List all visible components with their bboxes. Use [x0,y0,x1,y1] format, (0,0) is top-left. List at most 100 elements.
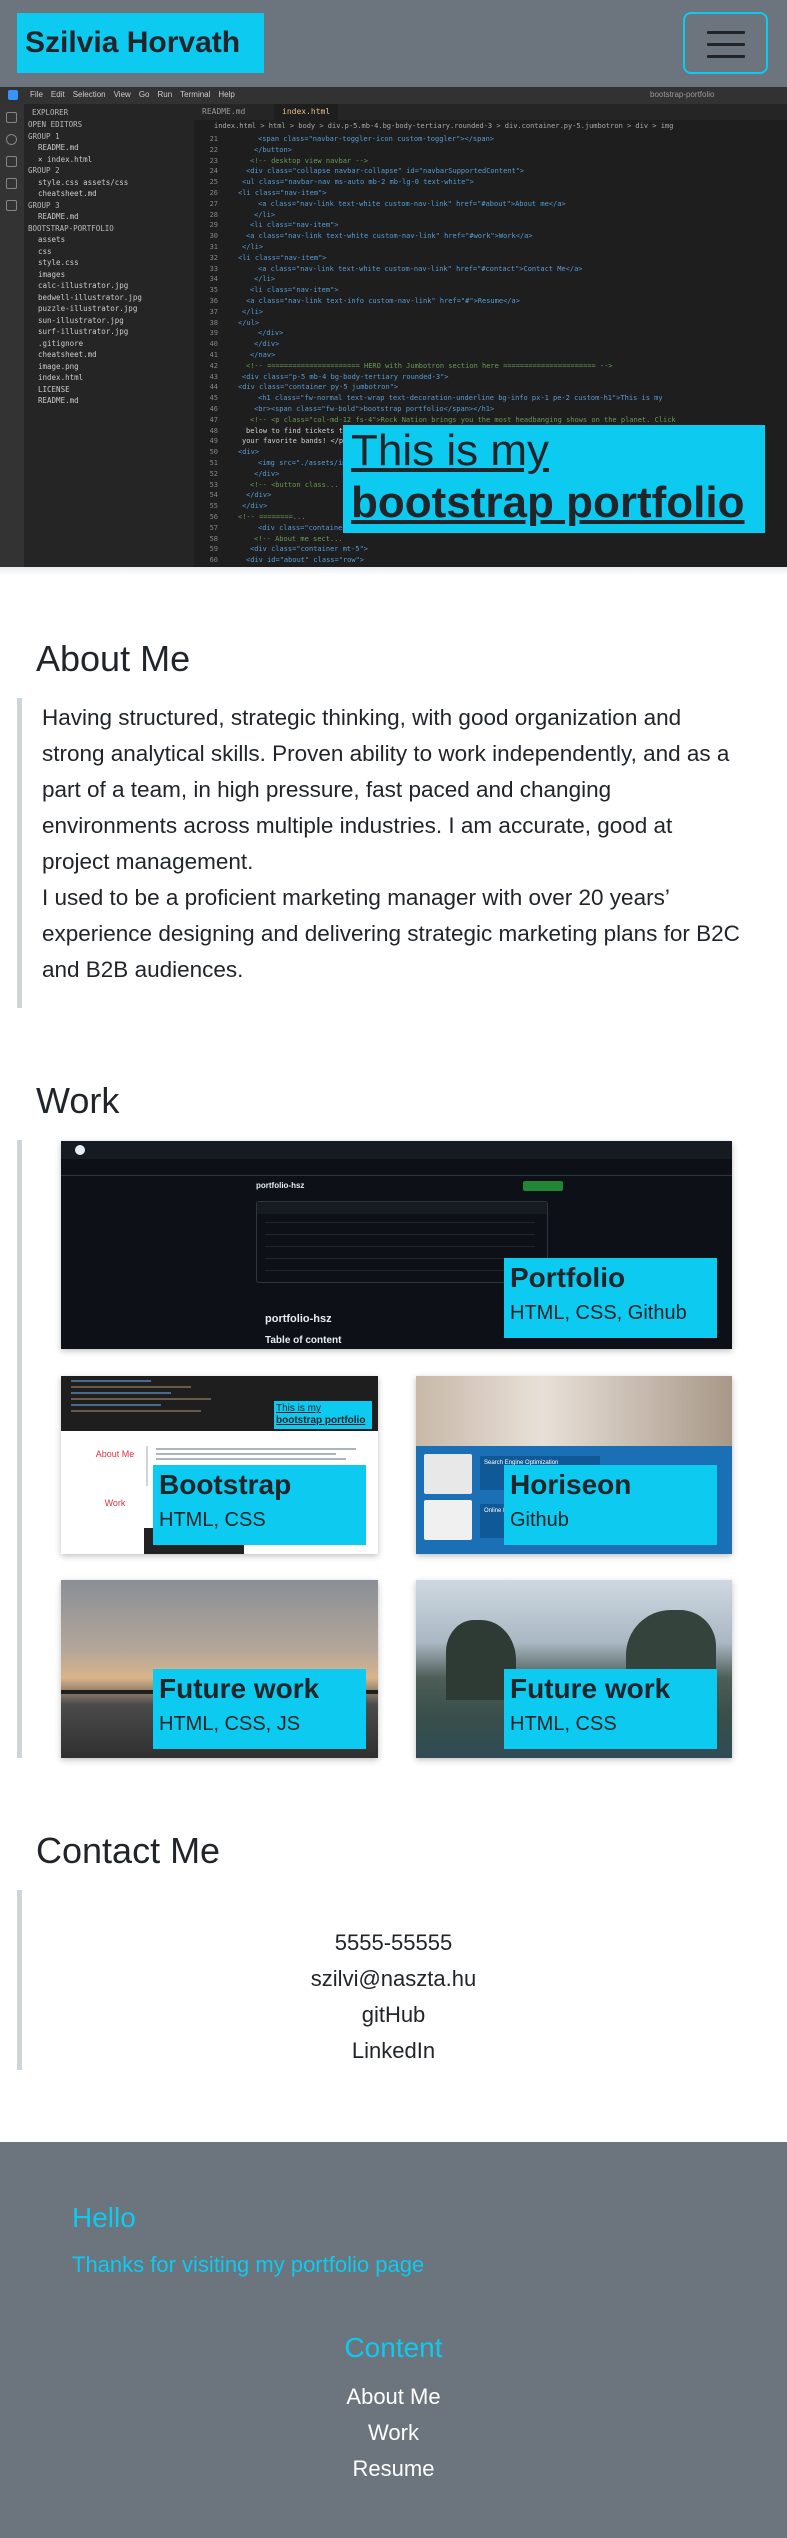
footer-link-work[interactable]: Work [0,2420,787,2446]
editor-search: bootstrap-portfolio [650,90,715,99]
sidebar-file-item: GROUP 1 [28,131,60,141]
github-logo-icon [75,1145,85,1155]
code-text: </div> [242,502,268,511]
work-card-title: Portfolio [510,1262,626,1293]
code-line: 36 <a class="nav-link text-info custom-na… [194,296,754,307]
line-number: 57 [209,523,218,532]
line-number: 28 [209,210,218,219]
line-number: 21 [209,135,218,143]
work-card-bootstrap[interactable]: This is my bootstrap portfolio About Me … [61,1376,378,1554]
work-card-tech: HTML, CSS, Github [510,1302,687,1324]
code-text: </li> [242,243,264,251]
code-line: 40 </div> [194,339,754,350]
work-card-future-2[interactable]: Future work HTML, CSS [416,1580,732,1758]
footer-link-about[interactable]: About Me [0,2384,787,2410]
code-text: <h1 class="fw-normal text-wrap text-deco… [258,394,663,403]
contact-phone[interactable]: 5555-55555 [0,1930,787,1956]
navbar-toggler-button[interactable] [683,12,768,74]
sidebar-file-item: cheatsheet.md [38,189,97,198]
brand-name[interactable]: Szilvia Horvath [17,13,264,73]
line-number: 48 [209,426,218,435]
sidebar-file-item: assets [38,235,66,244]
code-line: 35 <li class="nav-item"> [194,285,754,296]
sidebar-file-item: README.md [38,396,79,405]
work-card-tech: Github [510,1509,569,1531]
work-card-label: Bootstrap HTML, CSS [153,1465,366,1545]
code-text: <div class="p-5 mb-4 bg-body-tertiary ro… [242,372,449,381]
mini-hero-line2: bootstrap portfolio [276,1415,366,1426]
code-text: </div> [246,491,272,500]
code-line: 30 <a class="nav-link text-white custom-n… [194,231,754,242]
mini-about-label: About Me [95,1449,135,1459]
search-icon [6,134,17,145]
sidebar-file-item: css [38,246,52,256]
code-text: <a class="nav-link text-white custom-nav… [246,232,533,241]
contact-github-link[interactable]: gitHub [0,2002,787,2028]
sidebar-title: EXPLORER [32,108,69,117]
editor-activity-bar [0,104,24,567]
line-number: 30 [209,232,218,241]
line-number: 52 [209,469,218,478]
sidebar-file-item: LICENSE [38,384,70,394]
run-debug-icon [6,178,17,189]
about-text: Having structured, strategic thinking, w… [42,700,742,988]
repo-readme-title: portfolio-hsz [265,1313,332,1325]
sidebar-file-item: GROUP 3 [28,200,60,210]
code-text: </li> [254,275,276,284]
line-number: 47 [209,415,218,424]
code-text: </div> [258,329,284,338]
contact-linkedin-link[interactable]: LinkedIn [0,2038,787,2064]
footer-link-resume[interactable]: Resume [0,2456,787,2482]
sidebar-file-item: surf-illustrator.jpg [38,327,129,336]
code-text: <li class="nav-item"> [238,189,327,197]
navbar: Szilvia Horvath [0,0,787,87]
hero-heading-box: This is my bootstrap portfolio [343,425,765,533]
work-card-label: Horiseon Github [504,1465,717,1545]
sidebar-file-item: cheatsheet.md [38,350,97,359]
work-card-future-1[interactable]: Future work HTML, CSS, JS [61,1580,378,1758]
line-number: 42 [209,361,218,370]
work-card-portfolio[interactable]: portfolio-hsz portfolio-hsz Table of con… [61,1141,732,1349]
code-text: <a class="nav-link text-white custom-nav… [258,199,566,208]
code-line: 58 <!-- About me sect... [194,534,754,545]
mini-hero: This is my bootstrap portfolio [274,1401,372,1429]
code-text: <a class="nav-link text-info custom-nav-… [246,297,520,305]
mini-work-label: Work [104,1498,126,1508]
code-text: <div class="container py-5 jumbotron"> [238,383,399,392]
sidebar-file-item: sun-illustrator.jpg [38,315,124,325]
work-card-title: Future work [510,1673,671,1704]
code-line: 45 <h1 class="fw-normal text-wrap text-de… [194,393,754,404]
code-line: 44 <div class="container py-5 jumbotron"> [194,382,754,393]
work-card-horiseon[interactable]: Search Engine Optimization Online Reputa… [416,1376,732,1554]
code-text: <div id="about" class="row"> [246,556,365,565]
sidebar-file-item: × index.html [38,154,93,164]
code-line: 42 <!-- ====================== HERO with … [194,361,754,372]
line-number: 53 [209,480,218,489]
sidebar-file-item: images [38,269,66,279]
line-number: 32 [209,253,218,262]
code-line: 59 <div class="container mt-5"> [194,544,754,555]
code-text: </div> [254,340,280,349]
line-number: 23 [209,156,218,165]
code-line: 41 </nav> [194,350,754,361]
github-header [61,1141,732,1159]
code-line: 25 <ul class="navbar-nav ms-auto mb-2 mb-… [194,177,754,188]
code-line: 31 </li> [194,242,754,253]
contact-email[interactable]: szilvi@naszta.hu [0,1966,787,1992]
code-line: 26 <li class="nav-item"> [194,188,754,199]
code-line: 39 </div> [194,328,754,339]
vscode-logo-icon [8,90,18,100]
repo-readme-toc: Table of content [265,1335,342,1346]
line-number: 54 [209,491,218,500]
horiseon-hero-image [416,1376,732,1446]
sidebar-file-item: index.html [38,373,84,382]
editor-menu-item: File [30,90,43,99]
code-text: <br><span class="fw-bold">bootstrap port… [254,405,495,413]
code-text: <!-- ========... [238,513,306,521]
editor-menu-item: View [113,90,131,99]
editor-menu-item: Run [157,90,173,99]
footer-thanks: Thanks for visiting my portfolio page [72,2252,425,2277]
code-text: <!-- <p class="col-md-12 fs-4">Rock Nati… [250,415,676,424]
work-card-tech: HTML, CSS [510,1713,617,1735]
code-text: <!-- ====================== HERO with Ju… [246,361,613,370]
